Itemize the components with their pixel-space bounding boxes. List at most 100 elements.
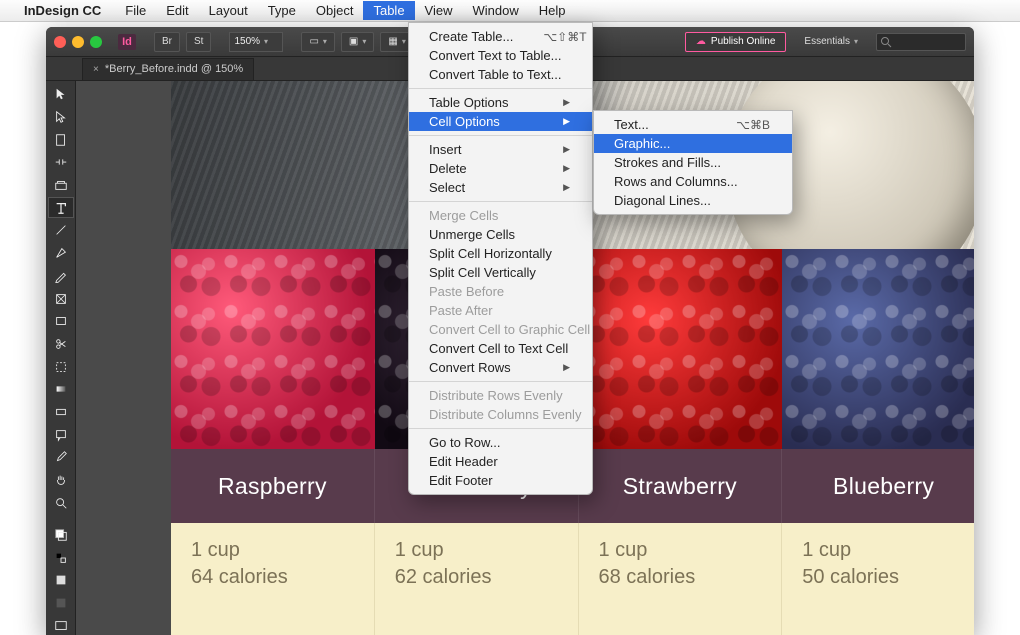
line-tool[interactable] [49, 221, 73, 240]
berry-name-cell: Raspberry [171, 449, 375, 523]
mi-paste-after: Paste After [409, 301, 592, 320]
serving: 1 cup [191, 537, 354, 564]
mi-cell-options[interactable]: Cell Options [409, 112, 592, 131]
berry-info-cell: 1 cup64 calories [171, 523, 375, 635]
menu-layout[interactable]: Layout [199, 1, 258, 20]
tab-close-icon[interactable]: × [93, 64, 99, 75]
type-tool[interactable] [49, 198, 73, 217]
eyedropper-tool[interactable] [49, 448, 73, 467]
window-minimize-button[interactable] [72, 36, 84, 48]
document-tab[interactable]: × *Berry_Before.indd @ 150% [82, 58, 254, 80]
direct-selection-tool[interactable] [49, 108, 73, 127]
zoom-dropdown[interactable]: 150% [229, 32, 283, 52]
berry-info-cell: 1 cup62 calories [375, 523, 579, 635]
menu-edit[interactable]: Edit [156, 1, 198, 20]
serving: 1 cup [802, 537, 965, 564]
scissors-tool[interactable] [49, 335, 73, 354]
mi-split-horizontal[interactable]: Split Cell Horizontally [409, 244, 592, 263]
mi-go-to-row[interactable]: Go to Row... [409, 433, 592, 452]
berry-info-cell: 1 cup50 calories [782, 523, 974, 635]
cell-options-submenu: Text...⌥⌘B Graphic... Strokes and Fills.… [593, 110, 793, 215]
apply-color[interactable] [49, 594, 73, 613]
mi-distribute-columns: Distribute Columns Evenly [409, 405, 592, 424]
serving: 1 cup [599, 537, 762, 564]
mi-table-options[interactable]: Table Options [409, 93, 592, 112]
berry-name-cell: Blueberry [782, 449, 974, 523]
serving: 1 cup [395, 537, 558, 564]
gradient-swatch-tool[interactable] [49, 380, 73, 399]
calories: 68 calories [599, 564, 762, 591]
mi-cell-strokes-fills[interactable]: Strokes and Fills... [594, 153, 792, 172]
menu-type[interactable]: Type [258, 1, 306, 20]
mac-menu-bar: InDesign CC File Edit Layout Type Object… [0, 0, 1020, 22]
search-icon [880, 36, 892, 48]
rectangle-tool[interactable] [49, 312, 73, 331]
calories: 62 calories [395, 564, 558, 591]
mi-split-vertical[interactable]: Split Cell Vertically [409, 263, 592, 282]
table-menu: Create Table...⌥⇧⌘T Convert Text to Tabl… [408, 22, 593, 495]
menu-help[interactable]: Help [529, 1, 576, 20]
pencil-tool[interactable] [49, 267, 73, 286]
blueberry-image-cell [782, 249, 974, 449]
workspace-switcher[interactable]: Essentials [804, 36, 858, 47]
screen-mode-toggle[interactable] [49, 616, 73, 635]
mi-convert-text-cell[interactable]: Convert Cell to Text Cell [409, 339, 592, 358]
screen-mode-dropdown[interactable]: ▣ [341, 32, 374, 52]
app-name[interactable]: InDesign CC [24, 3, 101, 18]
mi-create-table[interactable]: Create Table...⌥⇧⌘T [409, 27, 592, 46]
berry-name-cell: Strawberry [579, 449, 783, 523]
mi-table-to-text[interactable]: Convert Table to Text... [409, 65, 592, 84]
menu-view[interactable]: View [415, 1, 463, 20]
mi-delete[interactable]: Delete [409, 159, 592, 178]
mi-insert[interactable]: Insert [409, 140, 592, 159]
shortcut: ⌥⌘B [706, 118, 770, 132]
document-tab-label: *Berry_Before.indd @ 150% [105, 63, 243, 75]
mi-cell-diagonal-lines[interactable]: Diagonal Lines... [594, 191, 792, 210]
menu-object[interactable]: Object [306, 1, 364, 20]
menu-file[interactable]: File [115, 1, 156, 20]
mi-cell-text[interactable]: Text...⌥⌘B [594, 115, 792, 134]
berry-info-cell: 1 cup68 calories [579, 523, 783, 635]
mi-cell-rows-columns[interactable]: Rows and Columns... [594, 172, 792, 191]
menu-table[interactable]: Table [363, 1, 414, 20]
publish-online-button[interactable]: ☁ Publish Online [685, 32, 786, 52]
calories: 64 calories [191, 564, 354, 591]
calories: 50 calories [802, 564, 965, 591]
note-tool[interactable] [49, 425, 73, 444]
free-transform-tool[interactable] [49, 357, 73, 376]
content-collector-tool[interactable] [49, 176, 73, 195]
bridge-button[interactable]: Br [154, 32, 180, 52]
mi-text-to-table[interactable]: Convert Text to Table... [409, 46, 592, 65]
window-close-button[interactable] [54, 36, 66, 48]
strawberry-image-cell [579, 249, 783, 449]
shortcut: ⌥⇧⌘T [513, 30, 586, 44]
gradient-feather-tool[interactable] [49, 403, 73, 422]
zoom-tool[interactable] [49, 493, 73, 512]
mi-edit-header[interactable]: Edit Header [409, 452, 592, 471]
hand-tool[interactable] [49, 471, 73, 490]
workspace-label: Essentials [804, 36, 850, 47]
rectangle-frame-tool[interactable] [49, 289, 73, 308]
gap-tool[interactable] [49, 153, 73, 172]
pen-tool[interactable] [49, 244, 73, 263]
window-maximize-button[interactable] [90, 36, 102, 48]
default-fill-stroke[interactable] [49, 548, 73, 567]
zoom-value: 150% [234, 36, 260, 47]
view-options-dropdown[interactable]: ▭ [301, 32, 334, 52]
mi-select[interactable]: Select [409, 178, 592, 197]
mi-cell-graphic[interactable]: Graphic... [594, 134, 792, 153]
fill-stroke-swatch[interactable] [49, 526, 73, 545]
mi-unmerge-cells[interactable]: Unmerge Cells [409, 225, 592, 244]
page-tool[interactable] [49, 130, 73, 149]
publish-label: Publish Online [711, 36, 775, 47]
selection-tool[interactable] [49, 85, 73, 104]
tools-panel [46, 81, 76, 635]
raspberry-image-cell [171, 249, 375, 449]
mi-distribute-rows: Distribute Rows Evenly [409, 386, 592, 405]
formatting-affects-container[interactable] [49, 571, 73, 590]
mi-edit-footer[interactable]: Edit Footer [409, 471, 592, 490]
mi-convert-rows[interactable]: Convert Rows [409, 358, 592, 377]
menu-window[interactable]: Window [463, 1, 529, 20]
search-input[interactable] [876, 33, 966, 51]
stock-button[interactable]: St [186, 32, 211, 52]
